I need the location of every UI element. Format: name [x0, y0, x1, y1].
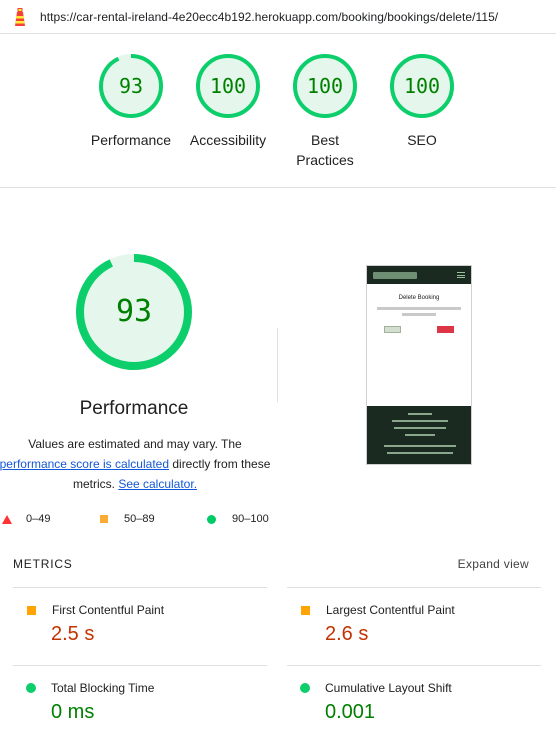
hamburger-icon — [457, 272, 465, 278]
thumb-text-line — [402, 313, 436, 316]
thumb-text-line — [377, 307, 461, 310]
legend-average: 50–89 — [100, 513, 155, 525]
legend-average-label: 50–89 — [124, 513, 155, 525]
metric-value: 2.6 s — [325, 623, 369, 645]
metric-value: 0.001 — [325, 701, 376, 723]
thumb-page-title: Delete Booking — [398, 295, 440, 301]
performance-title: Performance — [79, 398, 189, 419]
gauge-accessibility[interactable]: 100 Accessibility — [173, 52, 283, 150]
metrics-divider — [13, 587, 267, 588]
thumb-footer-line — [392, 420, 448, 422]
metric-value: 2.5 s — [51, 623, 95, 645]
metrics-heading: METRICS — [13, 557, 73, 571]
thumb-footer-line — [384, 445, 456, 447]
legend-pass: 90–100 — [207, 513, 269, 525]
divider — [277, 328, 278, 402]
metrics-header: METRICS Expand view — [13, 557, 529, 573]
legend-pass-label: 90–100 — [232, 513, 269, 525]
gauge-label-line1: Best — [310, 132, 339, 148]
thumb-footer-line — [394, 427, 446, 429]
gauge-label: SEO — [407, 132, 437, 148]
metrics-divider — [13, 665, 267, 666]
average-square-icon — [301, 605, 310, 615]
gauge-best-practices[interactable]: 100 Best Practices — [270, 52, 380, 170]
metric-cls: Cumulative Layout Shift 0.001 — [300, 681, 540, 724]
desc-text-1: Values are estimated and may vary. The — [28, 437, 242, 451]
gauge-seo[interactable]: 100 SEO — [367, 52, 477, 150]
gauge-score: 100 — [403, 74, 441, 98]
triangle-icon — [2, 514, 12, 524]
url-text: https://car-rental-ireland-4e20ecc4b192.… — [40, 9, 499, 24]
gauge-label-line2: Practices — [296, 152, 354, 168]
gauge-label: Accessibility — [189, 132, 267, 148]
score-calculated-link[interactable]: performance score is calculated — [0, 457, 169, 471]
metric-name: Total Blocking Time — [51, 681, 155, 695]
thumb-logo — [373, 271, 417, 279]
thumb-footer-line — [387, 452, 453, 454]
see-calculator-link[interactable]: See calculator. — [118, 477, 197, 491]
performance-score: 93 — [115, 294, 153, 329]
performance-description: Values are estimated and may vary. The p… — [0, 434, 280, 494]
metric-lcp: Largest Contentful Paint 2.6 s — [300, 603, 540, 646]
final-screenshot[interactable]: Delete Booking — [366, 265, 472, 465]
metric-tbt: Total Blocking Time 0 ms — [26, 681, 266, 724]
gauge-score: 93 — [118, 74, 144, 98]
metric-fcp: First Contentful Paint 2.5 s — [26, 603, 266, 646]
gauge-score: 100 — [306, 74, 344, 98]
thumb-buttons — [384, 326, 454, 333]
average-square-icon — [27, 605, 36, 615]
thumb-footer-line — [408, 413, 432, 415]
metric-name: First Contentful Paint — [52, 603, 165, 617]
thumb-footer — [367, 406, 471, 464]
pass-circle-icon — [26, 683, 36, 693]
metric-value: 0 ms — [51, 701, 95, 723]
thumb-delete-button — [437, 326, 454, 333]
lighthouse-icon — [15, 7, 25, 26]
summary-gauges: 93 Performance 100 Accessibility 100 Bes… — [0, 34, 556, 188]
legend-fail-label: 0–49 — [26, 513, 51, 525]
metrics-divider — [287, 587, 541, 588]
metric-name: Largest Contentful Paint — [326, 603, 455, 617]
gauge-performance[interactable]: 93 Performance — [76, 52, 186, 150]
score-legend: 0–49 50–89 90–100 — [0, 513, 556, 529]
legend-fail: 0–49 — [2, 513, 50, 525]
expand-view-button[interactable]: Expand view — [458, 557, 529, 571]
thumb-footer-line — [405, 434, 435, 436]
pass-circle-icon — [300, 683, 310, 693]
gauge-score: 100 — [209, 74, 247, 98]
circle-icon — [207, 514, 216, 524]
address-bar[interactable]: https://car-rental-ireland-4e20ecc4b192.… — [0, 0, 556, 34]
gauge-label: Best Practices — [270, 130, 380, 170]
gauge-label: Performance — [90, 132, 172, 148]
thumb-cancel-button — [384, 326, 401, 333]
square-icon — [100, 515, 108, 523]
metric-name: Cumulative Layout Shift — [325, 681, 452, 695]
metrics-divider — [287, 665, 541, 666]
thumb-navbar — [367, 266, 471, 284]
